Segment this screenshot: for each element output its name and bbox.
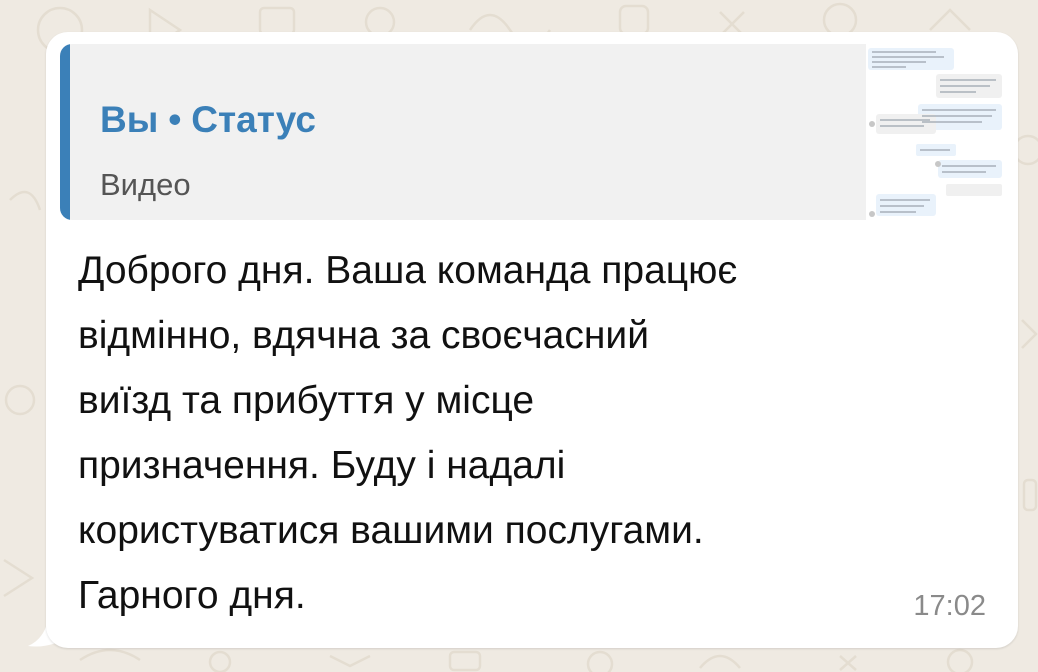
quote-accent-bar (60, 44, 70, 220)
quote-media-type: Видео (100, 167, 191, 202)
message-line: відмінно, вдячна за своєчасний (78, 314, 649, 357)
message-line: Доброго дня. Ваша команда працює (78, 249, 738, 292)
status-video-thumbnail[interactable] (866, 44, 1006, 220)
message-line: призначення. Буду і надалі (78, 444, 566, 487)
quote-title: Вы • Статус (100, 97, 316, 143)
quote-source: Статус (191, 99, 316, 140)
quoted-status-reply[interactable]: Вы • Статус Видео (60, 44, 1006, 220)
quote-author: Вы (100, 99, 159, 140)
quote-separator: • (168, 99, 182, 140)
chat-screenshot-thumbnail (866, 44, 1006, 220)
message-timestamp: 17:02 (913, 590, 986, 622)
message-line: виїзд та прибуття у місце (78, 379, 535, 422)
message-line: Гарного дня. (78, 574, 306, 617)
message-text: Доброго дня. Ваша команда працює відмінн… (78, 238, 998, 628)
message-line: користуватися вашими послугами. (78, 509, 704, 552)
